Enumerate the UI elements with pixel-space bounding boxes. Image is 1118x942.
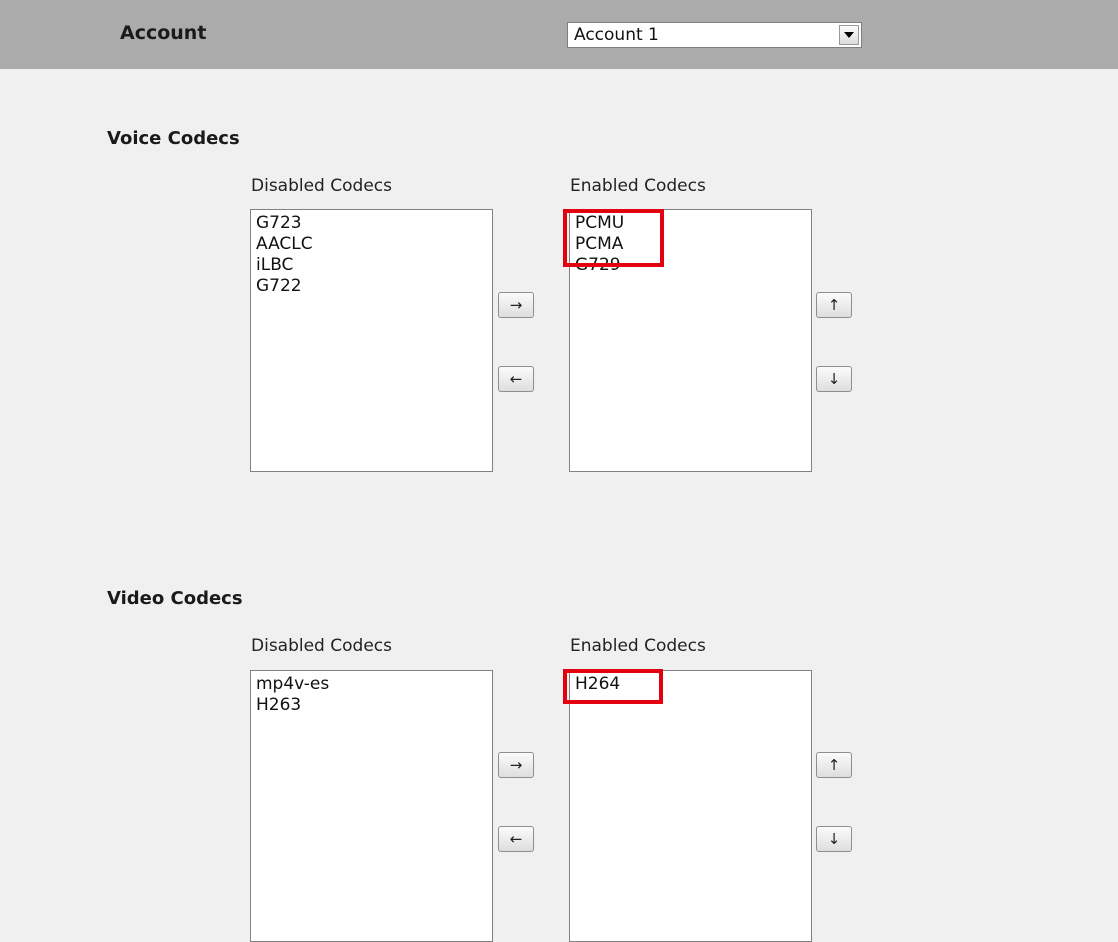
- video-move-up-button[interactable]: ↑: [816, 752, 852, 778]
- header-bar: Account Account 1: [0, 0, 1118, 69]
- voice-disabled-list[interactable]: G723 AACLC iLBC G722: [250, 209, 493, 472]
- arrow-right-icon: →: [509, 295, 523, 314]
- list-item[interactable]: G723: [256, 213, 492, 234]
- voice-enabled-label: Enabled Codecs: [570, 176, 706, 196]
- account-select-value: Account 1: [574, 25, 659, 45]
- chevron-down-icon[interactable]: [839, 25, 859, 45]
- video-move-left-button[interactable]: ←: [498, 826, 534, 852]
- video-enabled-list[interactable]: H264: [569, 670, 812, 942]
- voice-codecs-title: Voice Codecs: [107, 128, 240, 149]
- video-disabled-list[interactable]: mp4v-es H263: [250, 670, 493, 942]
- voice-disabled-label: Disabled Codecs: [251, 176, 392, 196]
- arrow-down-icon: ↓: [827, 829, 841, 848]
- list-item[interactable]: H263: [256, 695, 492, 716]
- list-item[interactable]: iLBC: [256, 255, 492, 276]
- voice-move-right-button[interactable]: →: [498, 292, 534, 318]
- voice-move-down-button[interactable]: ↓: [816, 366, 852, 392]
- video-move-right-button[interactable]: →: [498, 752, 534, 778]
- arrow-right-icon: →: [509, 755, 523, 774]
- video-codecs-title: Video Codecs: [107, 588, 243, 609]
- video-disabled-label: Disabled Codecs: [251, 636, 392, 656]
- list-item[interactable]: G722: [256, 276, 492, 297]
- arrow-up-icon: ↑: [827, 755, 841, 774]
- highlight-box: [563, 669, 663, 704]
- highlight-box: [563, 209, 664, 267]
- video-move-down-button[interactable]: ↓: [816, 826, 852, 852]
- list-item[interactable]: mp4v-es: [256, 674, 492, 695]
- arrow-left-icon: ←: [509, 829, 523, 848]
- video-enabled-label: Enabled Codecs: [570, 636, 706, 656]
- arrow-up-icon: ↑: [827, 295, 841, 314]
- voice-move-up-button[interactable]: ↑: [816, 292, 852, 318]
- account-select[interactable]: Account 1: [567, 22, 862, 48]
- voice-move-left-button[interactable]: ←: [498, 366, 534, 392]
- arrow-left-icon: ←: [509, 369, 523, 388]
- arrow-down-icon: ↓: [827, 369, 841, 388]
- account-label: Account: [120, 22, 207, 44]
- list-item[interactable]: AACLC: [256, 234, 492, 255]
